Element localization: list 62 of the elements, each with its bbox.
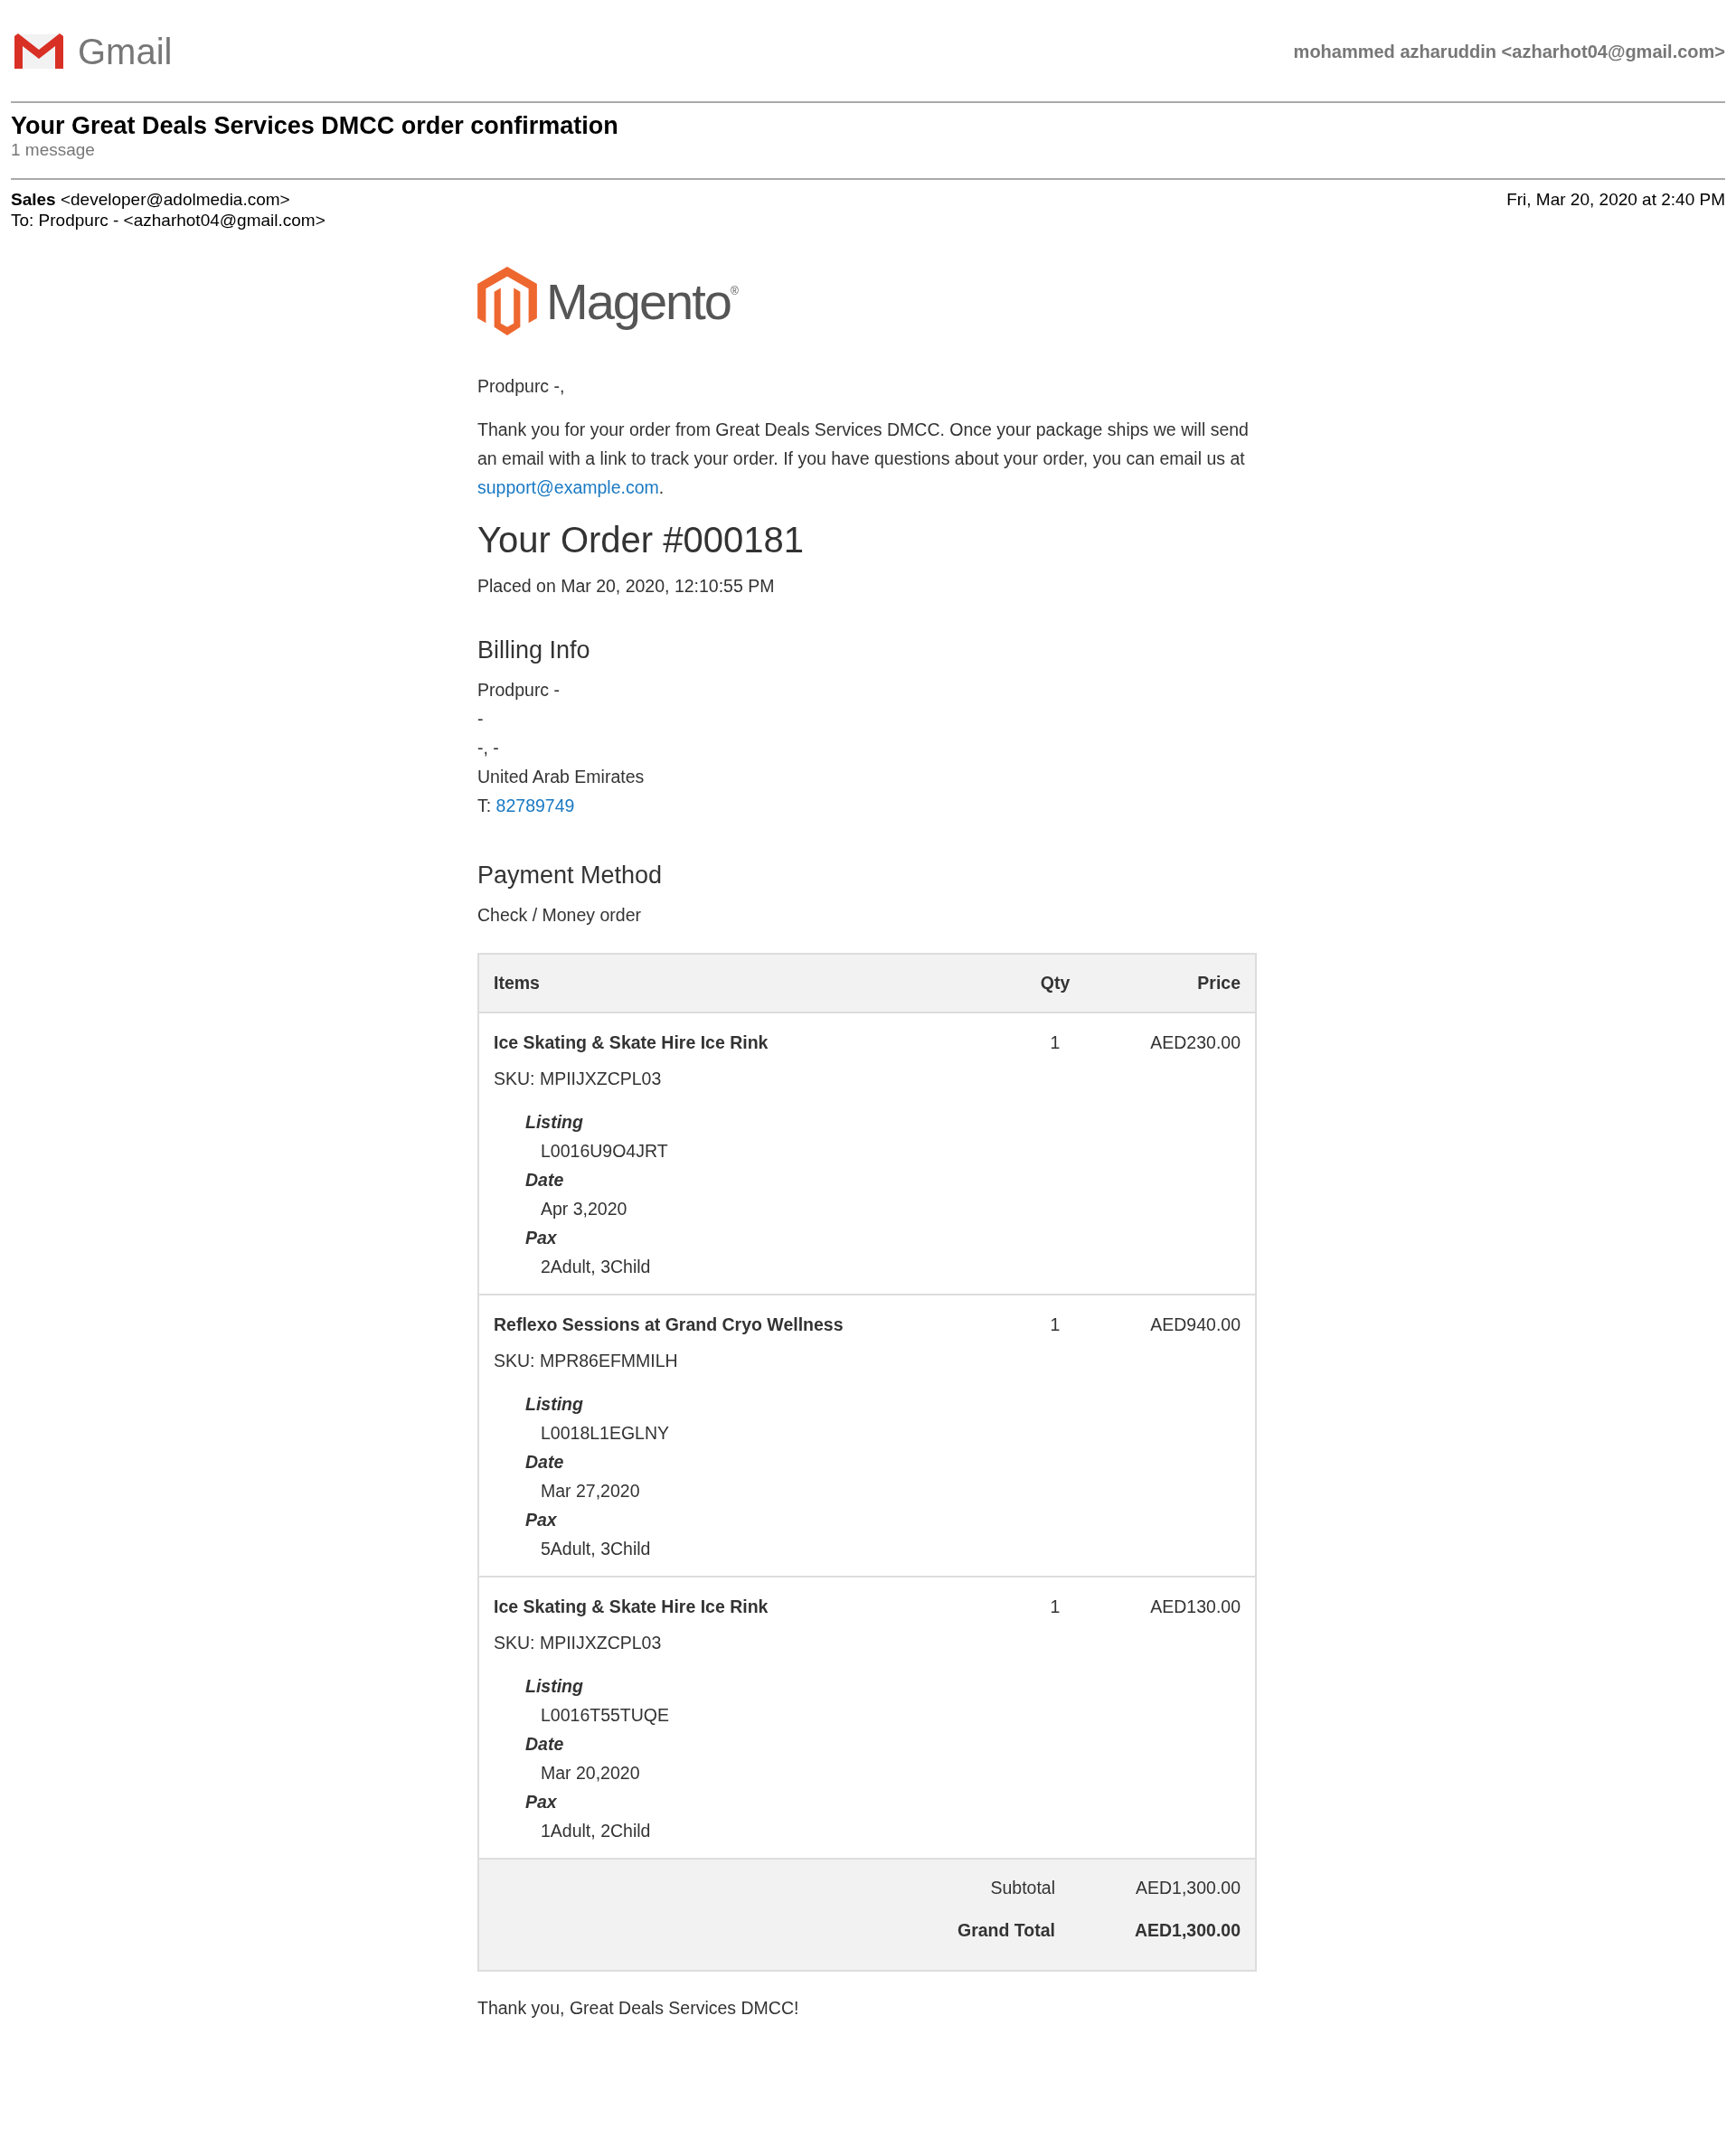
intro-paragraph: Thank you for your order from Great Deals Services DMCC. Once your package ships we will send an email with a link to track your order. If you have questions about your order, you can email us at support@example.com. bbox=[477, 419, 1250, 499]
sent-date: Fri, Mar 20, 2020 at 2:40 PM bbox=[1506, 189, 1725, 210]
sender: Sales <developer@adolmedia.com> bbox=[11, 189, 291, 210]
item-name: Ice Skating & Skate Hire Ice Rink bbox=[494, 1031, 769, 1053]
item-quantity: 1 bbox=[1049, 1596, 1061, 1617]
billing-heading: Billing Info bbox=[477, 636, 591, 664]
total-value: AED1,300.00 bbox=[1135, 1878, 1241, 1898]
option-value: 1Adult, 2Child bbox=[541, 1820, 652, 1842]
option-value: L0016U9O4JRT bbox=[541, 1140, 669, 1163]
item-price: AED940.00 bbox=[1149, 1314, 1241, 1335]
order-date: Placed on Mar 20, 2020, 12:10:55 PM bbox=[477, 575, 776, 598]
greeting: Prodpurc -, bbox=[477, 375, 566, 398]
item-price: AED230.00 bbox=[1149, 1031, 1241, 1053]
total-value: AED1,300.00 bbox=[1133, 1920, 1241, 1941]
item-price: AED130.00 bbox=[1149, 1596, 1241, 1617]
option-value: L0016T55TUQE bbox=[541, 1704, 670, 1727]
phone-label: T: bbox=[477, 796, 492, 815]
option-label: Listing bbox=[525, 1111, 584, 1134]
item-sku: SKU: MPR86EFMMILH bbox=[494, 1350, 679, 1371]
option-value: Apr 3,2020 bbox=[541, 1198, 628, 1220]
item-sku: SKU: MPIIJXZCPL03 bbox=[494, 1068, 663, 1089]
option-value: Mar 27,2020 bbox=[541, 1480, 641, 1502]
column-header: Price bbox=[1196, 973, 1241, 994]
email-subject: Your Great Deals Services DMCC order confirmation bbox=[11, 112, 619, 140]
payment-heading: Payment Method bbox=[477, 862, 664, 890]
address-line: - bbox=[477, 708, 485, 730]
address-line: United Arab Emirates bbox=[477, 766, 646, 788]
option-value: Mar 20,2020 bbox=[541, 1762, 641, 1785]
magento-logo-text: Magento bbox=[546, 271, 731, 331]
option-value: 2Adult, 3Child bbox=[541, 1256, 652, 1278]
item-sku: SKU: MPIIJXZCPL03 bbox=[494, 1632, 663, 1653]
magento-logo-icon bbox=[477, 267, 537, 335]
column-header: Items bbox=[494, 973, 541, 994]
payment-method: Check / Money order bbox=[477, 904, 642, 927]
option-value: 5Adult, 3Child bbox=[541, 1538, 652, 1560]
address-line: Prodpurc - bbox=[477, 679, 561, 702]
item-name: Reflexo Sessions at Grand Cryo Wellness bbox=[494, 1314, 844, 1335]
option-label: Listing bbox=[525, 1675, 584, 1698]
option-label: Pax bbox=[525, 1509, 558, 1531]
total-label: Grand Total bbox=[958, 1920, 1055, 1941]
order-title: Your Order #000181 bbox=[477, 520, 805, 560]
item-quantity: 1 bbox=[1049, 1314, 1061, 1335]
registered-mark: ® bbox=[730, 285, 739, 297]
address-line: -, - bbox=[477, 737, 500, 759]
item-name: Ice Skating & Skate Hire Ice Rink bbox=[494, 1596, 769, 1617]
item-quantity: 1 bbox=[1049, 1031, 1061, 1053]
support-email-link[interactable]: support@example.com bbox=[477, 477, 659, 497]
message-count: 1 message bbox=[11, 140, 96, 160]
account-name: mohammed azharuddin <azharhot04@gmail.com> bbox=[1293, 41, 1725, 62]
recipient: To: Prodpurc - <azharhot04@gmail.com> bbox=[11, 210, 326, 231]
option-value: L0018L1EGLNY bbox=[541, 1422, 671, 1445]
option-label: Date bbox=[525, 1733, 565, 1756]
option-label: Pax bbox=[525, 1227, 558, 1249]
column-header: Qty bbox=[1039, 973, 1071, 994]
gmail-logo-text: Gmail bbox=[78, 31, 173, 72]
total-label: Subtotal bbox=[990, 1878, 1055, 1898]
closing-text: Thank you, Great Deals Services DMCC! bbox=[477, 1997, 800, 2020]
option-label: Date bbox=[525, 1169, 565, 1191]
phone-link[interactable]: 82789749 bbox=[495, 796, 575, 815]
option-label: Date bbox=[525, 1451, 565, 1474]
option-label: Listing bbox=[525, 1393, 584, 1416]
option-label: Pax bbox=[525, 1791, 558, 1813]
